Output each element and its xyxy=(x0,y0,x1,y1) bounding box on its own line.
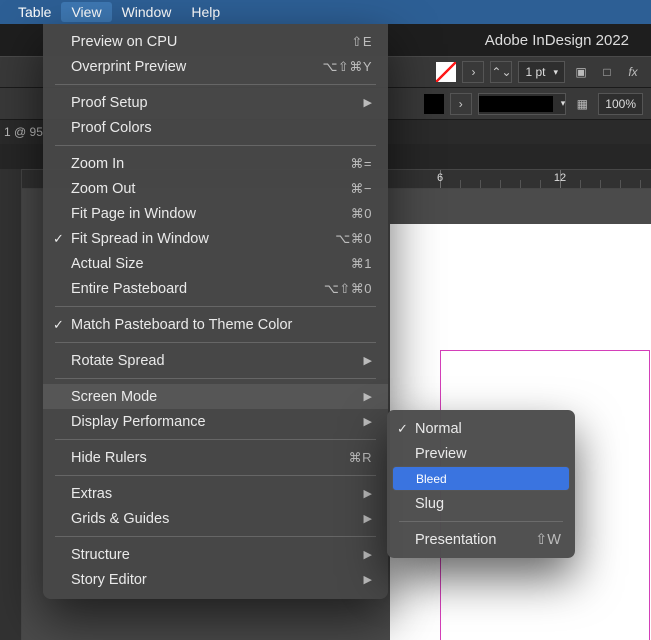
ruler-vertical[interactable] xyxy=(0,169,22,640)
screenmode-slug[interactable]: Slug xyxy=(387,491,575,516)
menu-structure[interactable]: Structure▶ xyxy=(43,542,388,567)
menu-separator xyxy=(55,378,376,379)
ruler-mark-6: 6 xyxy=(437,172,443,184)
opacity-select[interactable]: 100% xyxy=(598,93,643,115)
menu-actual-size[interactable]: Actual Size⌘1 xyxy=(43,251,388,276)
menu-entire-pasteboard[interactable]: Entire Pasteboard⌥⇧⌘0 xyxy=(43,276,388,301)
submenu-chevron-icon: ▶ xyxy=(364,415,372,428)
stroke-weight-select[interactable]: 1 pt▾ xyxy=(518,61,565,83)
submenu-chevron-icon: ▶ xyxy=(364,548,372,561)
check-icon: ✓ xyxy=(397,421,408,437)
menu-screen-mode[interactable]: Screen Mode▶ xyxy=(43,384,388,409)
menu-grids-guides[interactable]: Grids & Guides▶ xyxy=(43,506,388,531)
stroke-dropdown[interactable]: › xyxy=(450,93,472,115)
menu-table[interactable]: Table xyxy=(8,2,61,22)
menu-fit-page[interactable]: Fit Page in Window⌘0 xyxy=(43,201,388,226)
menu-separator xyxy=(55,342,376,343)
menu-separator xyxy=(55,475,376,476)
screenmode-presentation[interactable]: Presentation⇧W xyxy=(387,527,575,552)
menu-separator xyxy=(399,521,563,522)
submenu-chevron-icon: ▶ xyxy=(364,512,372,525)
stroke-style-select[interactable]: ▾ xyxy=(478,93,567,115)
screenmode-bleed[interactable]: Bleed xyxy=(392,466,570,491)
screen-mode-submenu: ✓Normal Preview Bleed Slug Presentation⇧… xyxy=(387,410,575,558)
submenu-chevron-icon: ▶ xyxy=(364,573,372,586)
frame-icon[interactable]: □ xyxy=(597,62,617,82)
stroke-weight-stepper[interactable]: ⌃⌄ xyxy=(490,61,512,83)
screenmode-preview[interactable]: Preview xyxy=(387,441,575,466)
fill-none-swatch[interactable] xyxy=(436,62,456,82)
menu-display-performance[interactable]: Display Performance▶ xyxy=(43,409,388,434)
menu-window[interactable]: Window xyxy=(112,2,182,22)
stroke-black-swatch[interactable] xyxy=(424,94,444,114)
menu-overprint-preview[interactable]: Overprint Preview⌥⇧⌘Y xyxy=(43,54,388,79)
menubar: Table View Window Help xyxy=(0,0,651,24)
menu-rotate-spread[interactable]: Rotate Spread▶ xyxy=(43,348,388,373)
menu-preview-cpu[interactable]: Preview on CPU⇧E xyxy=(43,29,388,54)
submenu-chevron-icon: ▶ xyxy=(364,354,372,367)
fill-dropdown[interactable]: › xyxy=(462,61,484,83)
menu-fit-spread[interactable]: ✓Fit Spread in Window⌥⌘0 xyxy=(43,226,388,251)
opacity-icon: ▦ xyxy=(572,94,592,114)
menu-separator xyxy=(55,145,376,146)
menu-proof-colors[interactable]: Proof Colors xyxy=(43,115,388,140)
menu-view[interactable]: View xyxy=(61,2,111,22)
check-icon: ✓ xyxy=(53,317,64,333)
autofit-icon[interactable]: ▣ xyxy=(571,62,591,82)
menu-separator xyxy=(55,439,376,440)
menu-match-pasteboard[interactable]: ✓Match Pasteboard to Theme Color xyxy=(43,312,388,337)
submenu-chevron-icon: ▶ xyxy=(364,487,372,500)
app-area: Adobe InDesign 2022 › ⌃⌄ 1 pt▾ ▣ □ fx › … xyxy=(0,24,651,640)
fx-icon[interactable]: fx xyxy=(623,62,643,82)
document-tab[interactable]: 1 @ 95 xyxy=(4,125,43,139)
menu-separator xyxy=(55,306,376,307)
menu-help[interactable]: Help xyxy=(181,2,230,22)
menu-proof-setup[interactable]: Proof Setup▶ xyxy=(43,90,388,115)
submenu-chevron-icon: ▶ xyxy=(364,390,372,403)
check-icon: ✓ xyxy=(53,231,64,247)
submenu-chevron-icon: ▶ xyxy=(364,96,372,109)
menu-separator xyxy=(55,84,376,85)
screenmode-normal[interactable]: ✓Normal xyxy=(387,416,575,441)
ruler-mark-12: 12 xyxy=(554,172,566,184)
app-title: Adobe InDesign 2022 xyxy=(485,32,629,49)
menu-zoom-in[interactable]: Zoom In⌘= xyxy=(43,151,388,176)
menu-hide-rulers[interactable]: Hide Rulers⌘R xyxy=(43,445,388,470)
menu-separator xyxy=(55,536,376,537)
menu-story-editor[interactable]: Story Editor▶ xyxy=(43,567,388,592)
menu-extras[interactable]: Extras▶ xyxy=(43,481,388,506)
menu-zoom-out[interactable]: Zoom Out⌘− xyxy=(43,176,388,201)
view-menu-dropdown: Preview on CPU⇧E Overprint Preview⌥⇧⌘Y P… xyxy=(43,24,388,599)
